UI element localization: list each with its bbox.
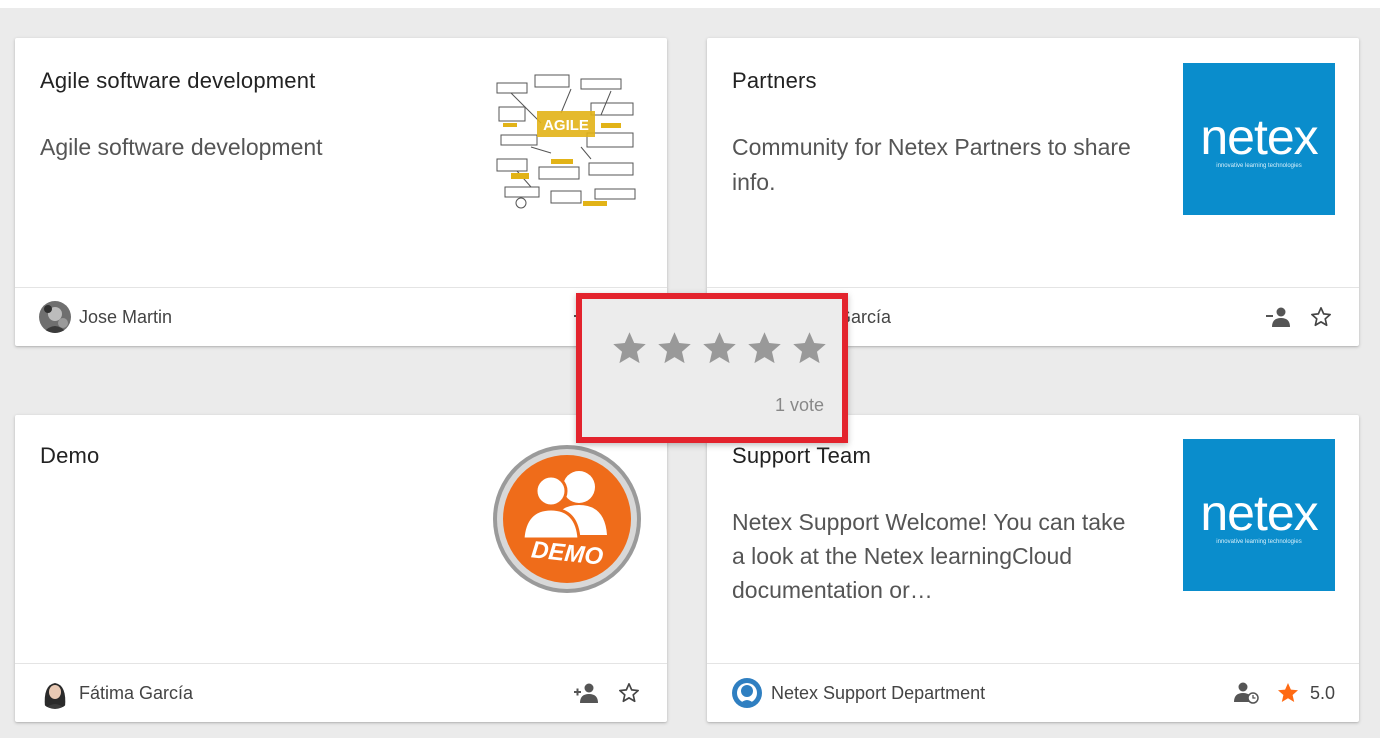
rating-star-1[interactable] xyxy=(610,329,649,368)
netex-logo-word: netex xyxy=(1200,485,1318,541)
rating-popup: 1 vote xyxy=(576,293,848,443)
card-description: Community for Netex Partners to share in… xyxy=(732,134,1131,195)
card-description: Netex Support Welcome! You can take a lo… xyxy=(732,509,1126,603)
rating-star-3[interactable] xyxy=(700,329,739,368)
author-name: Jose Martin xyxy=(79,306,173,327)
rating-value: 5.0 xyxy=(1309,682,1335,703)
card-footer: Jose Martin xyxy=(15,287,667,346)
rating-star-4[interactable] xyxy=(745,329,784,368)
remove-person-icon[interactable] xyxy=(1265,303,1293,331)
card-title[interactable]: Partners xyxy=(732,68,817,94)
community-card-agile[interactable]: Agile software development Agile softwar… xyxy=(15,38,667,346)
top-strip xyxy=(0,0,1380,8)
card-footer: Netex Support Department 5.0 xyxy=(707,663,1359,722)
card-title[interactable]: Demo xyxy=(40,443,100,469)
card-title[interactable]: Agile software development xyxy=(40,68,315,94)
favorite-star-icon[interactable] xyxy=(1307,303,1335,331)
avatar xyxy=(39,677,71,709)
agile-sketch-image[interactable]: AGILE xyxy=(491,63,643,215)
author-name: Netex Support Department xyxy=(771,682,986,703)
pending-person-icon[interactable] xyxy=(1232,679,1260,707)
avatar xyxy=(39,301,71,333)
favorite-star-icon[interactable] xyxy=(615,679,643,707)
avatar xyxy=(731,677,763,709)
favorite-star-icon[interactable] xyxy=(1274,679,1302,707)
netex-logo[interactable]: netex innovative learning technologies xyxy=(1183,63,1335,215)
rating-star-5[interactable] xyxy=(790,329,829,368)
add-person-icon[interactable] xyxy=(573,679,601,707)
votes-count: 1 vote xyxy=(774,395,824,415)
rating-stars xyxy=(610,329,829,368)
netex-logo-word: netex xyxy=(1200,109,1318,165)
community-card-support-team[interactable]: Support Team Netex Support Welcome! You … xyxy=(707,415,1359,722)
card-description: Agile software development xyxy=(40,134,323,160)
card-title[interactable]: Support Team xyxy=(732,443,871,469)
netex-logo-tagline: innovative learning technologies xyxy=(1216,539,1302,545)
svg-text:AGILE: AGILE xyxy=(543,117,589,134)
demo-badge[interactable]: DEMO xyxy=(491,443,643,595)
netex-logo[interactable]: netex innovative learning technologies xyxy=(1183,439,1335,591)
author-link[interactable]: Netex Support Department xyxy=(731,677,985,709)
author-link[interactable]: Jose Martin xyxy=(39,301,172,333)
author-link[interactable]: Fátima García xyxy=(39,677,193,709)
author-name: Fátima García xyxy=(79,682,194,703)
netex-logo-tagline: innovative learning technologies xyxy=(1216,163,1302,169)
rating-star-2[interactable] xyxy=(655,329,694,368)
card-footer: Fátima García xyxy=(15,663,667,722)
community-card-demo[interactable]: Demo DEMO Fátima García xyxy=(15,415,667,722)
